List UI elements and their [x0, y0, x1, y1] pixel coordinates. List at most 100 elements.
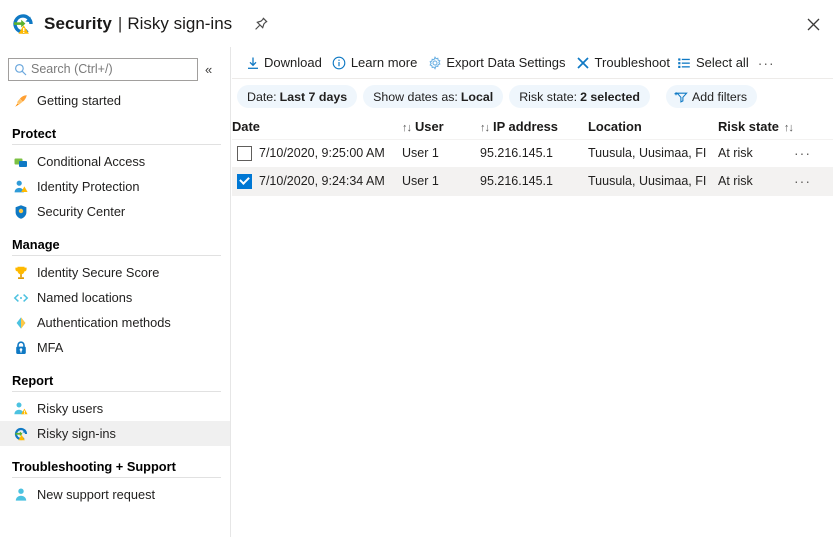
sidebar-item-label: Identity Protection: [37, 179, 140, 194]
sidebar-collapse-button[interactable]: «: [205, 63, 212, 76]
shield-icon: [12, 203, 29, 220]
download-button[interactable]: Download: [240, 48, 327, 78]
add-filter-icon: [673, 90, 688, 103]
info-circle-icon: [332, 55, 347, 70]
search-icon: [14, 63, 27, 76]
filter-pill-label: Risk state:: [519, 89, 578, 104]
filter-pill-label: Show dates as:: [373, 89, 458, 104]
support-person-icon: [12, 486, 29, 503]
sidebar-item-named-locations[interactable]: Named locations: [0, 285, 230, 310]
risky-signins-table: Date ↑↓ User ↑↓ IP address Location Risk s…: [232, 114, 833, 196]
sort-icon[interactable]: ↑↓: [402, 122, 412, 134]
sidebar-item-getting-started[interactable]: Getting started: [0, 88, 230, 113]
learn-more-button[interactable]: Learn more: [327, 48, 422, 78]
table-header-row: Date ↑↓ User ↑↓ IP address Location Risk s…: [232, 114, 833, 139]
sidebar-item-label: Identity Secure Score: [37, 265, 160, 280]
window-header: Security | Risky sign-ins: [0, 0, 833, 47]
sidebar-item-label: MFA: [37, 340, 64, 355]
column-header-ip-address[interactable]: ↑↓ IP address: [480, 114, 588, 139]
sidebar-item-security-center[interactable]: Security Center: [0, 199, 230, 224]
sidebar: « Getting started Protect Conditional Ac…: [0, 47, 231, 537]
conditional-access-icon: [12, 153, 29, 170]
export-data-settings-button[interactable]: Export Data Settings: [422, 48, 570, 78]
column-header-risk-state[interactable]: Risk state ↑↓: [718, 114, 794, 139]
column-header-label: Risk state: [718, 118, 779, 134]
row-checkbox[interactable]: [237, 173, 252, 189]
column-header-user[interactable]: ↑↓ User: [402, 114, 480, 139]
row-location-cell: Tuusula, Uusimaa, FI: [588, 174, 707, 188]
page-title: Security: [44, 13, 112, 33]
row-actions-cell: ···: [790, 167, 833, 195]
filter-pill-value: Last 7 days: [279, 89, 348, 104]
risky-signin-icon: [12, 425, 29, 442]
identity-protection-icon: [12, 178, 29, 195]
wrench-cross-icon: [576, 55, 591, 70]
add-filters-button[interactable]: Add filters: [666, 85, 758, 108]
rocket-icon: [12, 92, 29, 109]
download-label: Download: [264, 55, 322, 70]
close-icon[interactable]: [801, 12, 825, 36]
troubleshoot-button[interactable]: Troubleshoot: [571, 48, 672, 78]
sidebar-item-label: Named locations: [37, 290, 133, 305]
filter-pill-value: 2 selected: [580, 89, 641, 104]
column-header-label: User: [415, 118, 444, 134]
filter-pill-show-dates-as[interactable]: Show dates as: Local: [363, 85, 504, 108]
sidebar-item-label: Conditional Access: [37, 154, 146, 169]
page-subtitle: Risky sign-ins: [127, 13, 233, 33]
sidebar-item-authentication-methods[interactable]: Authentication methods: [0, 310, 230, 335]
row-user-cell: User 1: [402, 146, 439, 160]
sidebar-item-label: Getting started: [37, 93, 121, 108]
select-all-button[interactable]: Select all: [672, 48, 754, 78]
column-header-location[interactable]: Location: [588, 114, 718, 139]
row-risk-state-cell: At risk: [718, 174, 753, 188]
sort-icon[interactable]: ↑↓: [784, 122, 794, 134]
sidebar-divider: [12, 477, 221, 478]
row-context-menu-button[interactable]: ···: [790, 173, 811, 189]
table-row[interactable]: 7/10/2020, 9:25:00 AM User 1 95.216.145.…: [232, 139, 833, 167]
main-content: Download Learn more Export Data Settings: [232, 47, 833, 537]
lock-icon: [12, 339, 29, 356]
search-input[interactable]: [31, 62, 191, 76]
row-risk-state-cell: At risk: [718, 146, 753, 160]
sidebar-item-conditional-access[interactable]: Conditional Access: [0, 149, 230, 174]
download-icon: [245, 55, 260, 70]
sidebar-group-report: Report: [12, 373, 54, 388]
filter-pill-risk-state[interactable]: Risk state: 2 selected: [509, 85, 651, 108]
column-header-actions: [790, 114, 833, 139]
overflow-menu-button[interactable]: ···: [754, 55, 779, 71]
gear-icon: [427, 55, 442, 70]
sidebar-item-new-support-request[interactable]: New support request: [0, 482, 230, 507]
table-row[interactable]: 7/10/2020, 9:24:34 AM User 1 95.216.145.…: [232, 167, 833, 195]
filter-bar: Date: Last 7 days Show dates as: Local R…: [232, 79, 833, 114]
search-input-wrapper[interactable]: [8, 57, 198, 81]
sidebar-item-risky-sign-ins[interactable]: Risky sign-ins: [0, 421, 230, 446]
risky-signin-icon: [10, 11, 36, 37]
filter-pill-date[interactable]: Date: Last 7 days: [237, 85, 358, 108]
sidebar-item-risky-users[interactable]: Risky users: [0, 396, 230, 421]
sidebar-group-troubleshooting: Troubleshooting + Support: [12, 459, 176, 474]
code-brackets-icon: [12, 289, 29, 306]
row-ip-cell: 95.216.145.1: [480, 174, 553, 188]
select-all-label: Select all: [695, 55, 749, 70]
sidebar-item-label: Risky users: [37, 401, 104, 416]
sidebar-divider: [12, 144, 221, 145]
sidebar-item-identity-secure-score[interactable]: Identity Secure Score: [0, 260, 230, 285]
title-separator: |: [117, 13, 123, 33]
filter-pill-value: Local: [460, 89, 494, 104]
sort-icon[interactable]: ↑↓: [480, 122, 490, 134]
row-date-value: 7/10/2020, 9:24:34 AM: [259, 174, 385, 188]
sidebar-item-label: Security Center: [37, 204, 126, 219]
sidebar-item-identity-protection[interactable]: Identity Protection: [0, 174, 230, 199]
column-header-label: Location: [588, 118, 642, 134]
troubleshoot-label: Troubleshoot: [594, 55, 670, 70]
row-context-menu-button[interactable]: ···: [790, 145, 811, 161]
column-header-label: Date: [232, 118, 260, 134]
export-data-settings-label: Export Data Settings: [446, 55, 566, 70]
column-header-label: IP address: [493, 118, 558, 134]
pin-icon[interactable]: [250, 13, 272, 35]
row-user-cell: User 1: [402, 174, 439, 188]
sidebar-item-mfa[interactable]: MFA: [0, 335, 230, 360]
column-header-date[interactable]: Date: [232, 114, 402, 139]
sidebar-divider: [12, 391, 221, 392]
row-checkbox[interactable]: [237, 145, 252, 161]
